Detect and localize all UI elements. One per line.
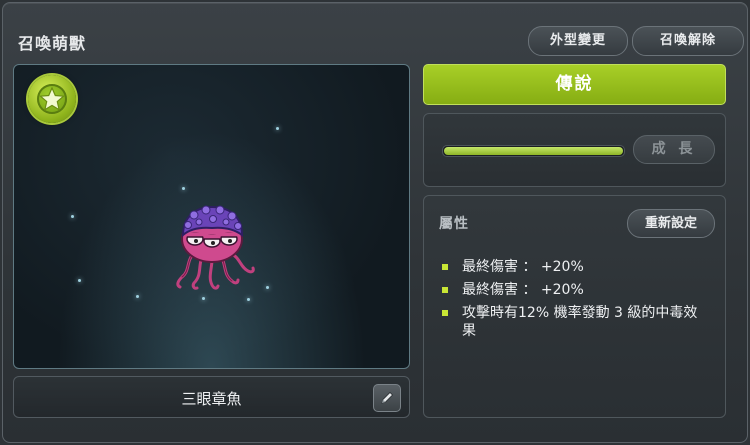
sparkle <box>247 298 250 301</box>
sparkle <box>71 215 74 218</box>
release-summon-button[interactable]: 召喚解除 <box>632 26 744 56</box>
pencil-icon <box>381 391 394 404</box>
attributes-panel: 屬性 重新設定 最終傷害 ： +20% 最終傷害 ： +20% 攻擊時有12% … <box>423 195 726 418</box>
attribute-item: 最終傷害 ： +20% <box>440 258 710 276</box>
sparkle <box>136 295 139 298</box>
attribute-list: 最終傷害 ： +20% 最終傷害 ： +20% 攻擊時有12% 機率發動 3 級… <box>440 258 710 345</box>
attribute-item: 攻擊時有12% 機率發動 3 級的中毒效果 <box>440 304 710 340</box>
reset-attributes-button[interactable]: 重新設定 <box>627 209 715 238</box>
rename-button[interactable] <box>373 384 401 412</box>
sparkle <box>276 127 279 130</box>
three-eyed-octopus-sprite <box>176 205 255 290</box>
sparkle <box>202 297 205 300</box>
pet-name: 三眼章魚 <box>181 390 242 408</box>
bullet-icon <box>442 287 448 293</box>
sparkle <box>78 279 81 282</box>
rank-legendary-button[interactable]: 傳說 <box>423 64 726 105</box>
growth-panel: 成 長 <box>423 113 726 187</box>
sparkle <box>182 187 185 190</box>
change-appearance-button[interactable]: 外型變更 <box>528 26 628 56</box>
sparkle <box>266 286 269 289</box>
pet-name-bar: 三眼章魚 <box>13 376 410 418</box>
growth-button[interactable]: 成 長 <box>633 135 715 164</box>
attributes-title: 屬性 <box>439 216 469 232</box>
attribute-item: 最終傷害 ： +20% <box>440 281 710 299</box>
bullet-icon <box>442 310 448 316</box>
growth-progress-fill <box>444 147 623 155</box>
growth-progress-bar <box>442 145 625 157</box>
pet-display-stage <box>13 64 410 369</box>
bullet-icon <box>442 264 448 270</box>
window-title: 召喚萌獸 <box>18 34 87 53</box>
star-badge-icon <box>28 75 76 123</box>
